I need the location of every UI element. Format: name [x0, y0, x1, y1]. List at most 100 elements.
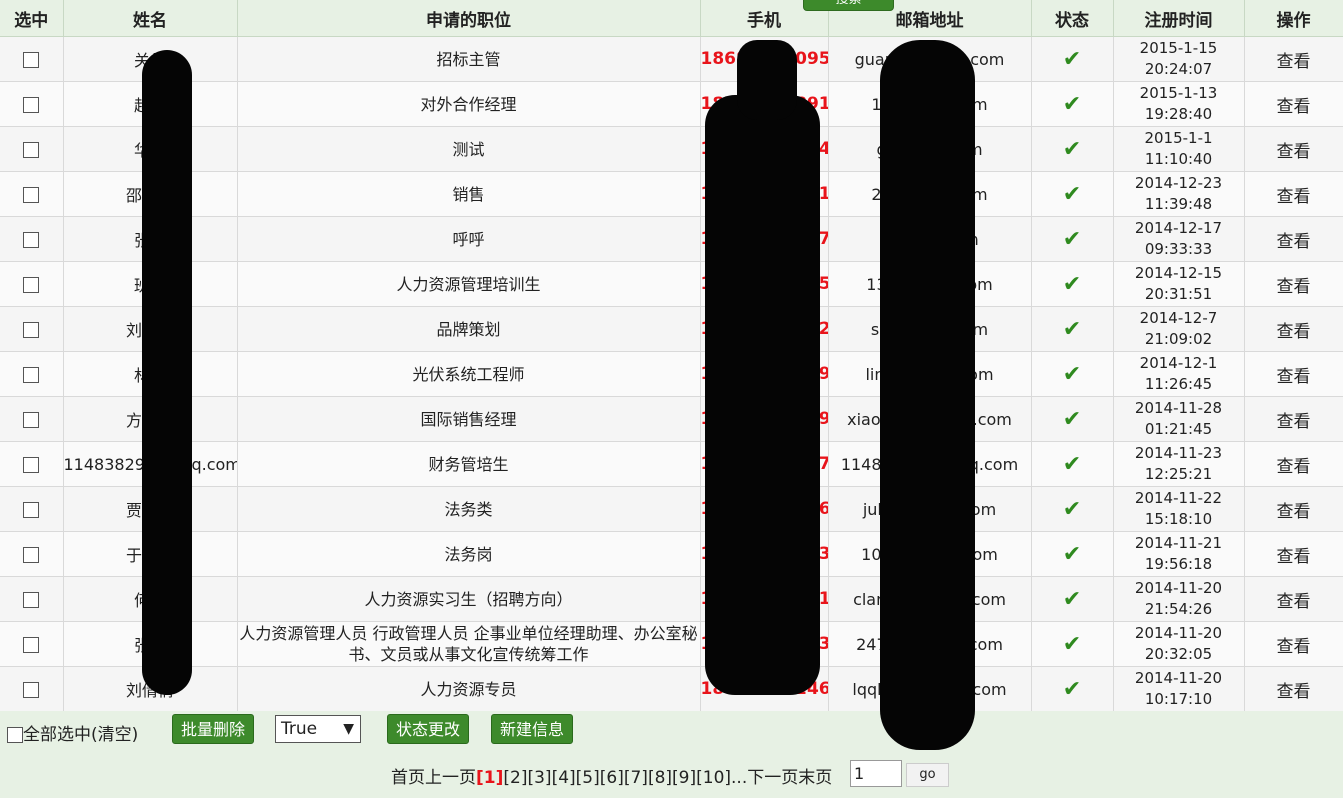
- view-link[interactable]: 查看: [1244, 531, 1343, 577]
- view-link[interactable]: 查看: [1244, 171, 1343, 217]
- status-check-icon: ✔: [1031, 396, 1114, 442]
- register-date: 2014-12-15: [1134, 264, 1223, 282]
- pager-page-link[interactable]: [7]: [624, 768, 648, 788]
- row-select-cell: [0, 36, 64, 82]
- view-link[interactable]: 查看: [1244, 441, 1343, 487]
- status-select-value: True: [281, 719, 318, 739]
- pager-prev[interactable]: 上一页: [425, 768, 476, 788]
- table-row: 张强人力资源管理人员 行政管理人员 企事业单位经理助理、办公室秘书、文员或从事文…: [0, 621, 1343, 667]
- row-checkbox[interactable]: [23, 592, 40, 608]
- row-select-cell: [0, 306, 64, 352]
- row-checkbox[interactable]: [23, 97, 40, 113]
- status-check-icon: ✔: [1031, 261, 1114, 307]
- pager-page-link[interactable]: [10]: [696, 768, 731, 788]
- view-link[interactable]: 查看: [1244, 666, 1343, 712]
- applied-position: 品牌策划: [237, 306, 701, 352]
- table-header-row: 选中 姓名 申请的职位 手机 邮箱地址 状态 注册时间 操作: [0, 0, 1343, 37]
- view-link[interactable]: 查看: [1244, 81, 1343, 127]
- pager-page-link[interactable]: [4]: [552, 768, 576, 788]
- row-select-cell: [0, 441, 64, 487]
- redaction-mark: [880, 40, 975, 750]
- pager-next[interactable]: 下一页: [747, 768, 798, 788]
- register-date: 2014-12-7: [1139, 309, 1218, 327]
- view-link[interactable]: 查看: [1244, 486, 1343, 532]
- row-checkbox[interactable]: [23, 682, 40, 698]
- new-info-button[interactable]: 新建信息: [491, 714, 574, 744]
- register-clock: 11:26:45: [1144, 375, 1213, 393]
- applied-position: 招标主管: [237, 36, 701, 82]
- header-select: 选中: [0, 0, 64, 37]
- status-check-icon: ✔: [1031, 81, 1114, 127]
- pager-page-link[interactable]: [3]: [527, 768, 551, 788]
- row-checkbox[interactable]: [23, 187, 40, 203]
- applied-position: 财务管培生: [237, 441, 701, 487]
- view-link[interactable]: 查看: [1244, 621, 1343, 667]
- row-checkbox[interactable]: [23, 502, 40, 518]
- register-clock: 21:54:26: [1144, 600, 1213, 618]
- register-time: 2014-12-23 11:39:48: [1113, 171, 1245, 217]
- applied-position: 人力资源实习生（招聘方向）: [237, 576, 701, 622]
- row-checkbox[interactable]: [23, 367, 40, 383]
- applied-position: 法务类: [237, 486, 701, 532]
- batch-delete-button[interactable]: 批量删除: [172, 714, 255, 744]
- register-clock: 20:32:05: [1144, 645, 1213, 663]
- status-check-icon: ✔: [1031, 666, 1114, 712]
- register-date: 2014-12-23: [1134, 174, 1223, 192]
- row-checkbox[interactable]: [23, 457, 40, 473]
- register-clock: 01:21:45: [1144, 420, 1213, 438]
- row-checkbox[interactable]: [23, 322, 40, 338]
- row-checkbox[interactable]: [23, 142, 40, 158]
- status-check-icon: ✔: [1031, 621, 1114, 667]
- row-select-cell: [0, 216, 64, 262]
- register-time: 2014-12-15 20:31:51: [1113, 261, 1245, 307]
- register-time: 2014-11-20 10:17:10: [1113, 666, 1245, 712]
- row-checkbox[interactable]: [23, 277, 40, 293]
- view-link[interactable]: 查看: [1244, 36, 1343, 82]
- search-button[interactable]: 搜索: [803, 0, 894, 11]
- register-time: 2014-12-7 21:09:02: [1113, 306, 1245, 352]
- status-change-button[interactable]: 状态更改: [387, 714, 470, 744]
- table-row: 林凯光伏系统工程师13820388929linkai@163.com✔2014-…: [0, 351, 1343, 397]
- register-clock: 21:09:02: [1144, 330, 1213, 348]
- pager-page-link[interactable]: [9]: [672, 768, 696, 788]
- status-check-icon: ✔: [1031, 351, 1114, 397]
- row-select-cell: [0, 261, 64, 307]
- register-clock: 19:28:40: [1144, 105, 1213, 123]
- page-number-input[interactable]: 1: [850, 760, 902, 787]
- view-link[interactable]: 查看: [1244, 126, 1343, 172]
- pager-first[interactable]: 首页: [391, 768, 425, 788]
- select-all-checkbox[interactable]: [7, 727, 23, 743]
- view-link[interactable]: 查看: [1244, 576, 1343, 622]
- register-date: 2015-1-13: [1139, 84, 1218, 102]
- pager-page-link[interactable]: [2]: [503, 768, 527, 788]
- row-checkbox[interactable]: [23, 412, 40, 428]
- row-checkbox[interactable]: [23, 52, 40, 68]
- view-link[interactable]: 查看: [1244, 216, 1343, 262]
- view-link[interactable]: 查看: [1244, 261, 1343, 307]
- status-check-icon: ✔: [1031, 171, 1114, 217]
- table-row: 刘思佳品牌策划13811572372sijia@163.com✔2014-12-…: [0, 306, 1343, 352]
- row-select-cell: [0, 621, 64, 667]
- status-select[interactable]: True ▼: [275, 715, 361, 743]
- register-time: 2014-11-23 12:25:21: [1113, 441, 1245, 487]
- pager-page-link[interactable]: [6]: [600, 768, 624, 788]
- view-link[interactable]: 查看: [1244, 306, 1343, 352]
- pager-page-link[interactable]: [5]: [576, 768, 600, 788]
- go-button[interactable]: go: [906, 763, 949, 787]
- row-checkbox[interactable]: [23, 637, 40, 653]
- row-select-cell: [0, 171, 64, 217]
- register-clock: 10:17:10: [1144, 690, 1213, 708]
- row-checkbox[interactable]: [23, 547, 40, 563]
- pagination: 首页上一页[1][2][3][4][5][6][7][8][9][10]...下…: [391, 763, 832, 788]
- register-time: 2015-1-13 19:28:40: [1113, 81, 1245, 127]
- table-row: 贾嘉莹法务类15623011116juliaja@126.com✔2014-11…: [0, 486, 1343, 532]
- select-all-label: 全部选中(清空): [23, 725, 139, 745]
- register-time: 2014-11-21 19:56:18: [1113, 531, 1245, 577]
- row-checkbox[interactable]: [23, 232, 40, 248]
- view-link[interactable]: 查看: [1244, 396, 1343, 442]
- pager-ellipsis: ...: [731, 768, 748, 788]
- pager-page-link[interactable]: [8]: [648, 768, 672, 788]
- pager-last[interactable]: 末页: [798, 768, 832, 788]
- select-all-control[interactable]: 全部选中(清空): [7, 720, 138, 745]
- view-link[interactable]: 查看: [1244, 351, 1343, 397]
